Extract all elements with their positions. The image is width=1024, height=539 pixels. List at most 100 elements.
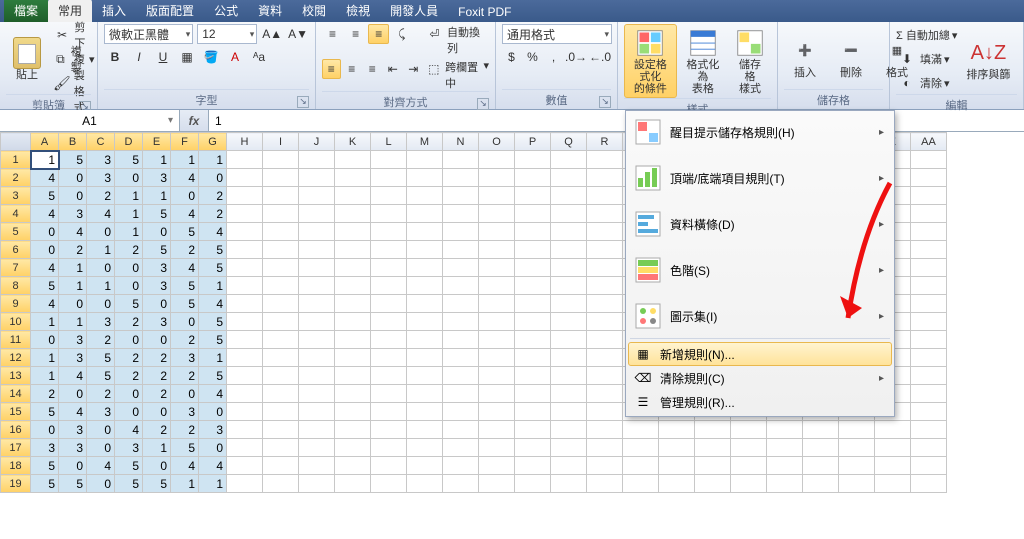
cell[interactable] bbox=[443, 169, 479, 187]
cell[interactable] bbox=[443, 475, 479, 493]
cell[interactable] bbox=[335, 349, 371, 367]
cell[interactable]: 4 bbox=[59, 367, 87, 385]
cell[interactable]: 5 bbox=[115, 295, 143, 313]
currency-button[interactable]: $ bbox=[502, 47, 521, 67]
cell[interactable] bbox=[911, 259, 947, 277]
cell[interactable]: 4 bbox=[31, 169, 59, 187]
cell[interactable]: 5 bbox=[143, 475, 171, 493]
col-header-G[interactable]: G bbox=[199, 133, 227, 151]
cell[interactable] bbox=[407, 421, 443, 439]
cell[interactable] bbox=[551, 331, 587, 349]
cell[interactable] bbox=[623, 421, 659, 439]
cell[interactable]: 0 bbox=[171, 187, 199, 205]
cell[interactable] bbox=[659, 475, 695, 493]
cell[interactable]: 1 bbox=[59, 277, 87, 295]
cell[interactable]: 3 bbox=[87, 313, 115, 331]
cell[interactable]: 5 bbox=[171, 277, 199, 295]
cell[interactable]: 3 bbox=[143, 277, 171, 295]
cell[interactable] bbox=[839, 457, 875, 475]
align-launcher[interactable]: ↘ bbox=[477, 98, 489, 110]
cell[interactable]: 5 bbox=[31, 277, 59, 295]
row-header-4[interactable]: 4 bbox=[1, 205, 31, 223]
cell[interactable] bbox=[695, 439, 731, 457]
cell[interactable] bbox=[551, 277, 587, 295]
cell[interactable] bbox=[371, 277, 407, 295]
cell[interactable] bbox=[695, 457, 731, 475]
font-name-combo[interactable]: 微軟正黑體 bbox=[104, 24, 193, 44]
cell[interactable] bbox=[263, 223, 299, 241]
cell[interactable] bbox=[731, 421, 767, 439]
cell[interactable] bbox=[371, 457, 407, 475]
cell[interactable] bbox=[263, 331, 299, 349]
col-header-N[interactable]: N bbox=[443, 133, 479, 151]
cell[interactable]: 0 bbox=[59, 457, 87, 475]
cell[interactable] bbox=[335, 223, 371, 241]
menu-new-rule[interactable]: ▦ 新增規則(N)... bbox=[628, 342, 892, 366]
cell[interactable] bbox=[299, 223, 335, 241]
cell[interactable] bbox=[407, 295, 443, 313]
cell[interactable] bbox=[587, 421, 623, 439]
col-header-A[interactable]: A bbox=[31, 133, 59, 151]
cell[interactable]: 1 bbox=[31, 367, 59, 385]
align-center-button[interactable]: ≡ bbox=[343, 59, 362, 79]
cell[interactable] bbox=[407, 385, 443, 403]
cell[interactable] bbox=[335, 403, 371, 421]
cell[interactable] bbox=[227, 421, 263, 439]
cell[interactable] bbox=[371, 475, 407, 493]
cell[interactable] bbox=[443, 457, 479, 475]
clear-button[interactable]: ◐ bbox=[896, 73, 918, 93]
copy-button[interactable] bbox=[52, 49, 69, 69]
cell[interactable] bbox=[371, 439, 407, 457]
cell[interactable] bbox=[371, 169, 407, 187]
cell[interactable]: 4 bbox=[31, 259, 59, 277]
cell[interactable]: 0 bbox=[199, 403, 227, 421]
cell[interactable] bbox=[911, 457, 947, 475]
sort-filter-button[interactable]: A↓Z排序與篩 bbox=[961, 34, 1015, 84]
cell[interactable]: 2 bbox=[115, 349, 143, 367]
cell[interactable] bbox=[299, 277, 335, 295]
indent-dec-button[interactable]: ⇤ bbox=[384, 59, 403, 79]
cell[interactable] bbox=[695, 421, 731, 439]
cell[interactable] bbox=[587, 259, 623, 277]
menu-highlight-rules[interactable]: 醒目提示儲存格規則(H) ▸ bbox=[628, 113, 892, 151]
cell[interactable] bbox=[911, 151, 947, 169]
cell[interactable]: 5 bbox=[199, 367, 227, 385]
cell[interactable] bbox=[299, 421, 335, 439]
col-header-J[interactable]: J bbox=[299, 133, 335, 151]
insert-cells-button[interactable]: ➕插入 bbox=[784, 32, 826, 82]
cell[interactable]: 0 bbox=[143, 331, 171, 349]
cell[interactable] bbox=[335, 277, 371, 295]
cell[interactable] bbox=[515, 331, 551, 349]
cell[interactable] bbox=[551, 169, 587, 187]
cell[interactable] bbox=[479, 313, 515, 331]
cell[interactable] bbox=[299, 457, 335, 475]
cell[interactable] bbox=[515, 421, 551, 439]
cell[interactable] bbox=[443, 295, 479, 313]
cell[interactable] bbox=[227, 241, 263, 259]
cell[interactable]: 0 bbox=[115, 403, 143, 421]
cell[interactable] bbox=[227, 259, 263, 277]
cell[interactable] bbox=[767, 439, 803, 457]
bold-button[interactable]: B bbox=[104, 47, 126, 67]
cell[interactable] bbox=[335, 241, 371, 259]
cell[interactable] bbox=[335, 187, 371, 205]
cell[interactable] bbox=[479, 223, 515, 241]
cell[interactable] bbox=[587, 205, 623, 223]
cell[interactable] bbox=[407, 223, 443, 241]
cell[interactable]: 4 bbox=[171, 259, 199, 277]
row-header-7[interactable]: 7 bbox=[1, 259, 31, 277]
cell[interactable] bbox=[587, 169, 623, 187]
row-header-14[interactable]: 14 bbox=[1, 385, 31, 403]
cell[interactable] bbox=[911, 277, 947, 295]
cell[interactable]: 0 bbox=[31, 223, 59, 241]
cell[interactable] bbox=[479, 367, 515, 385]
cell[interactable]: 5 bbox=[143, 241, 171, 259]
cell[interactable] bbox=[263, 385, 299, 403]
cell[interactable]: 5 bbox=[171, 295, 199, 313]
cell[interactable] bbox=[263, 403, 299, 421]
cell[interactable]: 3 bbox=[87, 169, 115, 187]
cell[interactable] bbox=[659, 421, 695, 439]
number-format-combo[interactable]: 通用格式 bbox=[502, 24, 612, 44]
wrap-button[interactable]: ⏎ bbox=[424, 24, 445, 44]
cell[interactable] bbox=[479, 439, 515, 457]
